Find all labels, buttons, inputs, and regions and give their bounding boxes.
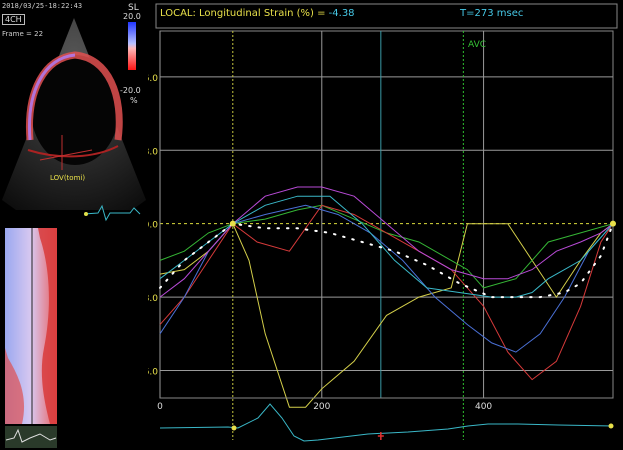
local-label: LOCAL <box>160 8 193 19</box>
strain-series-2 <box>159 204 614 381</box>
mmode-strip <box>0 228 62 450</box>
scale-min-label: -20.0 <box>120 86 141 95</box>
plot-frame <box>159 30 614 399</box>
strain-chart-svg: 16.0 8.0 0.0 -8.0 -16.0 0 200 400 <box>148 3 618 442</box>
echo-panel: 2018/03/25-18:22:43 4CH Frame = 22 SL 20… <box>0 0 148 228</box>
y-tick-label: 0.0 <box>148 221 158 231</box>
y-tick-label: 16.0 <box>148 74 158 84</box>
x-tick-label: 200 <box>313 402 330 412</box>
strain-title: : Longitudinal Strain (%) = <box>192 8 329 19</box>
y-tick-label: -16.0 <box>148 367 158 377</box>
event-label-avc: AVC <box>468 40 487 50</box>
frame-label: Frame = 22 <box>2 30 44 38</box>
end-marker <box>610 220 616 227</box>
view-tag: 4CH <box>2 14 25 25</box>
zero-marker <box>229 220 236 227</box>
ecg-start-marker <box>231 425 237 431</box>
mmode-map <box>5 228 57 448</box>
x-tick-label: 400 <box>475 402 492 412</box>
scale-max-label: 20.0 <box>123 12 141 21</box>
ecg-trace <box>159 403 614 442</box>
header-bar: LOCAL: Longitudinal Strain (%) = -4.38 <box>160 8 355 19</box>
lv-label: LOV(tomi) <box>50 174 86 182</box>
x-tick-label: 0 <box>157 402 163 412</box>
y-tick-label: 8.0 <box>148 147 158 157</box>
ecg-end-marker <box>608 423 614 429</box>
scale-unit-label: % <box>130 96 138 105</box>
time-readout: T=273 msec <box>460 8 524 19</box>
y-tick-label: -8.0 <box>148 294 158 304</box>
strain-value: -4.38 <box>328 8 355 19</box>
strain-chart: 16.0 8.0 0.0 -8.0 -16.0 0 200 400 LOCAL: Longit… <box>148 0 623 450</box>
timestamp: 2018/03/25-18:22:43 <box>2 2 83 10</box>
